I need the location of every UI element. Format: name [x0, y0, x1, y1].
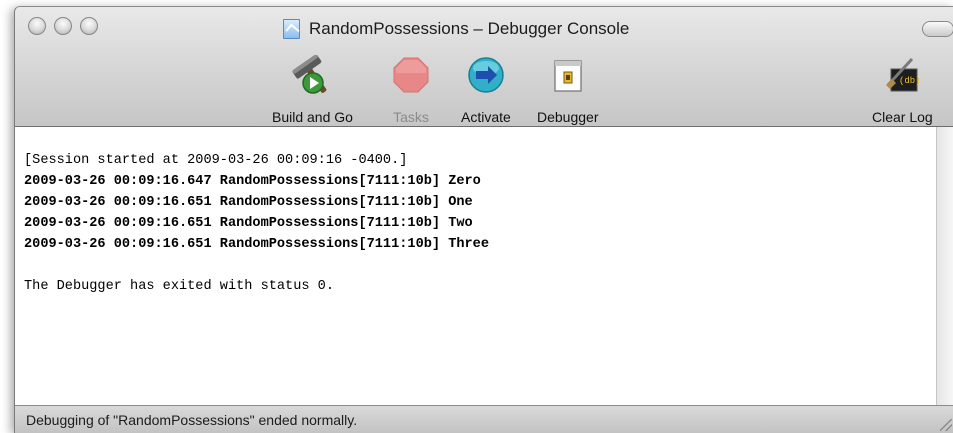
stop-octagon-icon: [391, 55, 431, 95]
console-line: [Session started at 2009-03-26 00:09:16 …: [24, 153, 408, 168]
debugger-window-icon: [548, 55, 588, 95]
build-and-go-button[interactable]: Build and Go: [272, 53, 353, 125]
console-line: 2009-03-26 00:09:16.651 RandomPossession…: [24, 216, 473, 231]
broom-icon: (db): [882, 55, 922, 95]
window-titlebar-toolbar: RandomPossessions – Debugger Console Bui…: [15, 7, 953, 127]
activate-button[interactable]: Activate: [461, 53, 511, 125]
debugger-label: Debugger: [537, 109, 599, 125]
minimize-window-button[interactable]: [54, 17, 72, 35]
status-bar: Debugging of "RandomPossessions" ended n…: [15, 405, 953, 433]
tasks-button[interactable]: Tasks: [391, 53, 431, 125]
resize-grip-icon[interactable]: [940, 419, 952, 431]
document-icon: [283, 19, 300, 39]
console-line: The Debugger has exited with status 0.: [24, 279, 334, 294]
activate-label: Activate: [461, 109, 511, 125]
console-line: 2009-03-26 00:09:16.647 RandomPossession…: [24, 174, 481, 189]
build-and-go-label: Build and Go: [272, 109, 353, 125]
debugger-console-window: RandomPossessions – Debugger Console Bui…: [14, 6, 953, 433]
console-log: [Session started at 2009-03-26 00:09:16 …: [15, 127, 936, 297]
console-output-area[interactable]: [Session started at 2009-03-26 00:09:16 …: [15, 127, 936, 405]
toolbar-toggle-button[interactable]: [922, 21, 953, 37]
arrow-circle-icon: [466, 55, 506, 95]
debugger-button[interactable]: Debugger: [537, 53, 599, 125]
status-text: Debugging of "RandomPossessions" ended n…: [26, 412, 358, 428]
tasks-label: Tasks: [393, 109, 429, 125]
clear-log-button[interactable]: (db) Clear Log: [872, 53, 933, 125]
window-controls: [28, 17, 98, 35]
svg-text:(db): (db): [899, 76, 921, 86]
close-window-button[interactable]: [28, 17, 46, 35]
zoom-window-button[interactable]: [80, 17, 98, 35]
console-line: 2009-03-26 00:09:16.651 RandomPossession…: [24, 195, 473, 210]
clear-log-label: Clear Log: [872, 109, 933, 125]
window-title: RandomPossessions – Debugger Console: [283, 18, 629, 40]
console-line: 2009-03-26 00:09:16.651 RandomPossession…: [24, 237, 489, 252]
hammer-play-icon: [292, 54, 332, 95]
vertical-scrollbar[interactable]: [936, 127, 953, 405]
window-title-text: RandomPossessions – Debugger Console: [309, 19, 630, 38]
